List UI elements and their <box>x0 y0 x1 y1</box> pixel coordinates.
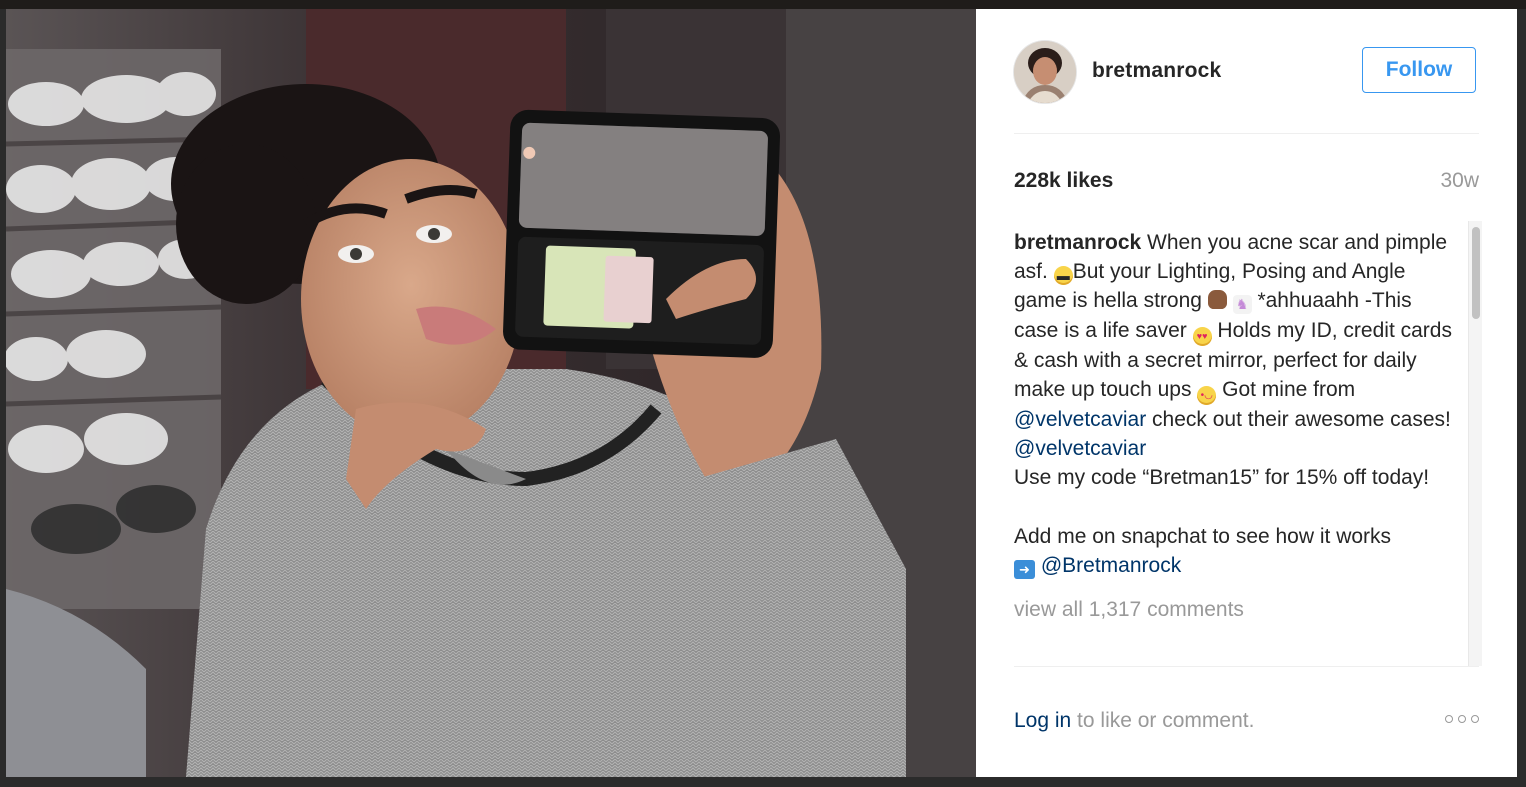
mention-link[interactable]: @velvetcaviar <box>1014 408 1146 431</box>
dot <box>1458 715 1466 723</box>
caption-text-7: Use my code “Bretman15” for 15% off toda… <box>1014 466 1430 490</box>
comments-scrollbar[interactable] <box>1468 221 1482 666</box>
username[interactable]: bretmanrock <box>1092 59 1221 83</box>
unicorn-emoji-icon: ♞ <box>1232 295 1252 315</box>
login-prompt-text: to like or comment. <box>1071 709 1255 732</box>
caption-text-8: Add me on snapchat to see how it works <box>1014 524 1392 548</box>
post-age[interactable]: 30w <box>1440 169 1479 193</box>
dot <box>1471 715 1479 723</box>
post-photo-illustration <box>6 9 976 777</box>
view-all-comments-link[interactable]: view all 1,317 comments <box>1014 598 1454 622</box>
post-caption: bretmanrock When you acne scar and pimpl… <box>1014 228 1454 580</box>
login-link[interactable]: Log in <box>1014 709 1071 732</box>
caption-text-5: Got mine from <box>1216 377 1356 401</box>
more-options-icon[interactable] <box>1445 715 1479 723</box>
avatar-picture <box>1014 41 1076 103</box>
post-meta: 228k likes 30w <box>1014 169 1479 199</box>
post-footer: Log in to like or comment. <box>1014 666 1479 778</box>
post-modal: bretmanrock Follow 228k likes 30w bretma… <box>6 9 1517 777</box>
caption-username[interactable]: bretmanrock <box>1014 231 1141 254</box>
mention-link[interactable]: @velvetcaviar <box>1014 437 1146 460</box>
girl-emoji-icon <box>1207 290 1227 310</box>
follow-button[interactable]: Follow <box>1362 47 1476 93</box>
login-prompt: Log in to like or comment. <box>1014 709 1254 733</box>
mention-link[interactable]: @Bretmanrock <box>1041 554 1181 577</box>
scrollbar-thumb[interactable] <box>1472 227 1480 319</box>
right-arrow-emoji-icon: ➜ <box>1014 559 1035 579</box>
caption-text-6: check out their awesome cases! <box>1146 407 1451 431</box>
post-side-panel: bretmanrock Follow 228k likes 30w bretma… <box>976 9 1517 777</box>
heart-eyes-emoji-icon: ♥♥ <box>1192 326 1212 346</box>
likes-count[interactable]: 228k likes <box>1014 169 1113 193</box>
comments-scroll-area[interactable]: bretmanrock When you acne scar and pimpl… <box>1014 228 1492 666</box>
silly-face-emoji-icon: •◡ <box>1197 385 1217 405</box>
dot <box>1445 715 1453 723</box>
post-photo[interactable] <box>6 9 976 777</box>
avatar[interactable] <box>1014 41 1076 103</box>
post-header: bretmanrock Follow <box>1014 9 1479 134</box>
grinning-emoji-icon: ▬ <box>1053 266 1073 286</box>
background-feed-strip <box>0 0 1526 9</box>
